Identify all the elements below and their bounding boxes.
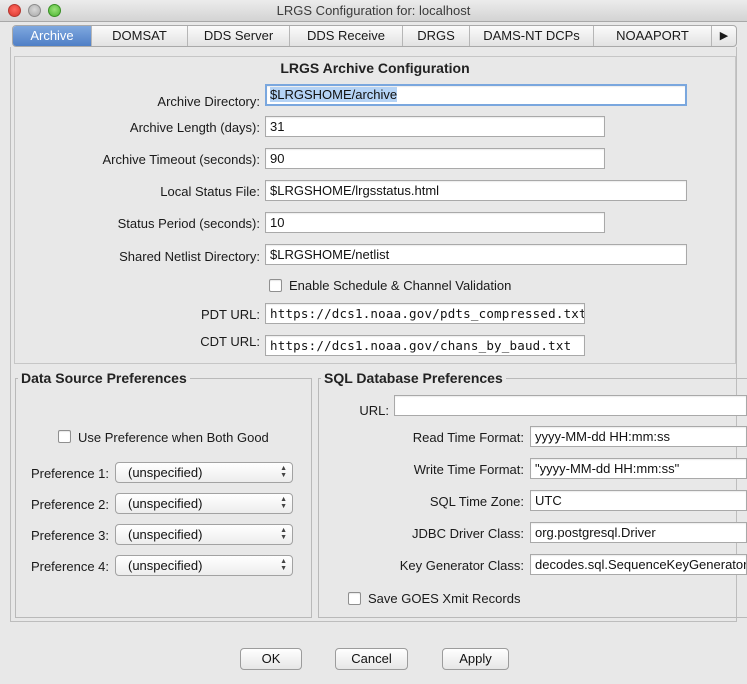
archive-directory-label: Archive Directory: [157,94,260,109]
data-source-heading: Data Source Preferences [18,370,190,386]
preference-1-label: Preference 1: [30,466,109,481]
enable-validation-label: Enable Schedule & Channel Validation [289,278,512,293]
enable-validation-checkbox[interactable] [269,279,282,292]
preference-4-value: (unspecified) [128,558,203,573]
status-period-field[interactable]: 10 [265,212,605,233]
archive-length-field[interactable]: 31 [265,116,605,137]
read-time-format-label: Read Time Format: [412,430,524,445]
sql-heading: SQL Database Preferences [321,370,506,386]
write-time-format-label: Write Time Format: [413,462,524,477]
shared-netlist-field[interactable]: $LRGSHOME/netlist [265,244,687,265]
archive-directory-value: $LRGSHOME/archive [270,87,398,102]
key-generator-label: Key Generator Class: [399,558,524,573]
local-status-file-label: Local Status File: [160,184,260,199]
pdt-url-label: PDT URL: [201,307,260,322]
ok-button[interactable]: OK [240,648,302,670]
tab-archive[interactable]: Archive [13,26,92,46]
archive-timeout-label: Archive Timeout (seconds): [102,152,260,167]
preference-1-select[interactable]: (unspecified) ▲ ▼ [115,462,293,483]
sql-url-field[interactable] [394,395,747,416]
archive-timeout-field[interactable]: 90 [265,148,605,169]
preference-1-value: (unspecified) [128,465,203,480]
archive-directory-field[interactable]: $LRGSHOME/archive [265,84,687,106]
cdt-url-field[interactable]: https://dcs1.noaa.gov/chans_by_baud.txt [265,335,585,356]
tab-bar: Archive DOMSAT DDS Server DDS Receive DR… [12,25,737,47]
title-bar: LRGS Configuration for: localhost [0,0,747,22]
local-status-file-field[interactable]: $LRGSHOME/lrgsstatus.html [265,180,687,201]
jdbc-driver-field[interactable]: org.postgresql.Driver [530,522,747,543]
preference-2-select[interactable]: (unspecified) ▲ ▼ [115,493,293,514]
preference-4-select[interactable]: (unspecified) ▲ ▼ [115,555,293,576]
read-time-format-field[interactable]: yyyy-MM-dd HH:mm:ss [530,426,747,447]
preference-4-label: Preference 4: [30,559,109,574]
sql-url-label: URL: [359,403,389,418]
tab-scroll-right-icon[interactable]: ▶ [712,26,736,46]
key-generator-field[interactable]: decodes.sql.SequenceKeyGenerator [530,554,747,575]
archive-config-heading: LRGS Archive Configuration [280,60,470,76]
updown-arrows-icon: ▲ ▼ [280,465,287,479]
sql-time-zone-field[interactable]: UTC [530,490,747,511]
updown-arrows-icon: ▲ ▼ [280,496,287,510]
cancel-button[interactable]: Cancel [335,648,408,670]
updown-arrows-icon: ▲ ▼ [280,558,287,572]
jdbc-driver-label: JDBC Driver Class: [412,526,524,541]
window-title: LRGS Configuration for: localhost [276,3,471,18]
shared-netlist-label: Shared Netlist Directory: [119,249,260,264]
tab-noaaport[interactable]: NOAAPORT [594,26,712,46]
tab-dams-nt-dcps[interactable]: DAMS-NT DCPs [470,26,594,46]
tab-dds-receive[interactable]: DDS Receive [290,26,403,46]
updown-arrows-icon: ▲ ▼ [280,527,287,541]
status-period-label: Status Period (seconds): [117,216,260,231]
sql-time-zone-label: SQL Time Zone: [429,494,524,509]
use-preference-checkbox[interactable] [58,430,71,443]
preference-3-value: (unspecified) [128,527,203,542]
tab-dds-server[interactable]: DDS Server [188,26,290,46]
tab-domsat[interactable]: DOMSAT [92,26,188,46]
pdt-url-field[interactable]: https://dcs1.noaa.gov/pdts_compressed.tx… [265,303,585,324]
preference-3-label: Preference 3: [30,528,109,543]
preference-2-label: Preference 2: [30,497,109,512]
write-time-format-field[interactable]: "yyyy-MM-dd HH:mm:ss" [530,458,747,479]
use-preference-label: Use Preference when Both Good [78,430,269,445]
cdt-url-label: CDT URL: [200,334,260,349]
preference-2-value: (unspecified) [128,496,203,511]
apply-button[interactable]: Apply [442,648,509,670]
archive-length-label: Archive Length (days): [129,120,260,135]
save-goes-checkbox[interactable] [348,592,361,605]
tab-drgs[interactable]: DRGS [403,26,470,46]
save-goes-label: Save GOES Xmit Records [368,591,521,606]
preference-3-select[interactable]: (unspecified) ▲ ▼ [115,524,293,545]
